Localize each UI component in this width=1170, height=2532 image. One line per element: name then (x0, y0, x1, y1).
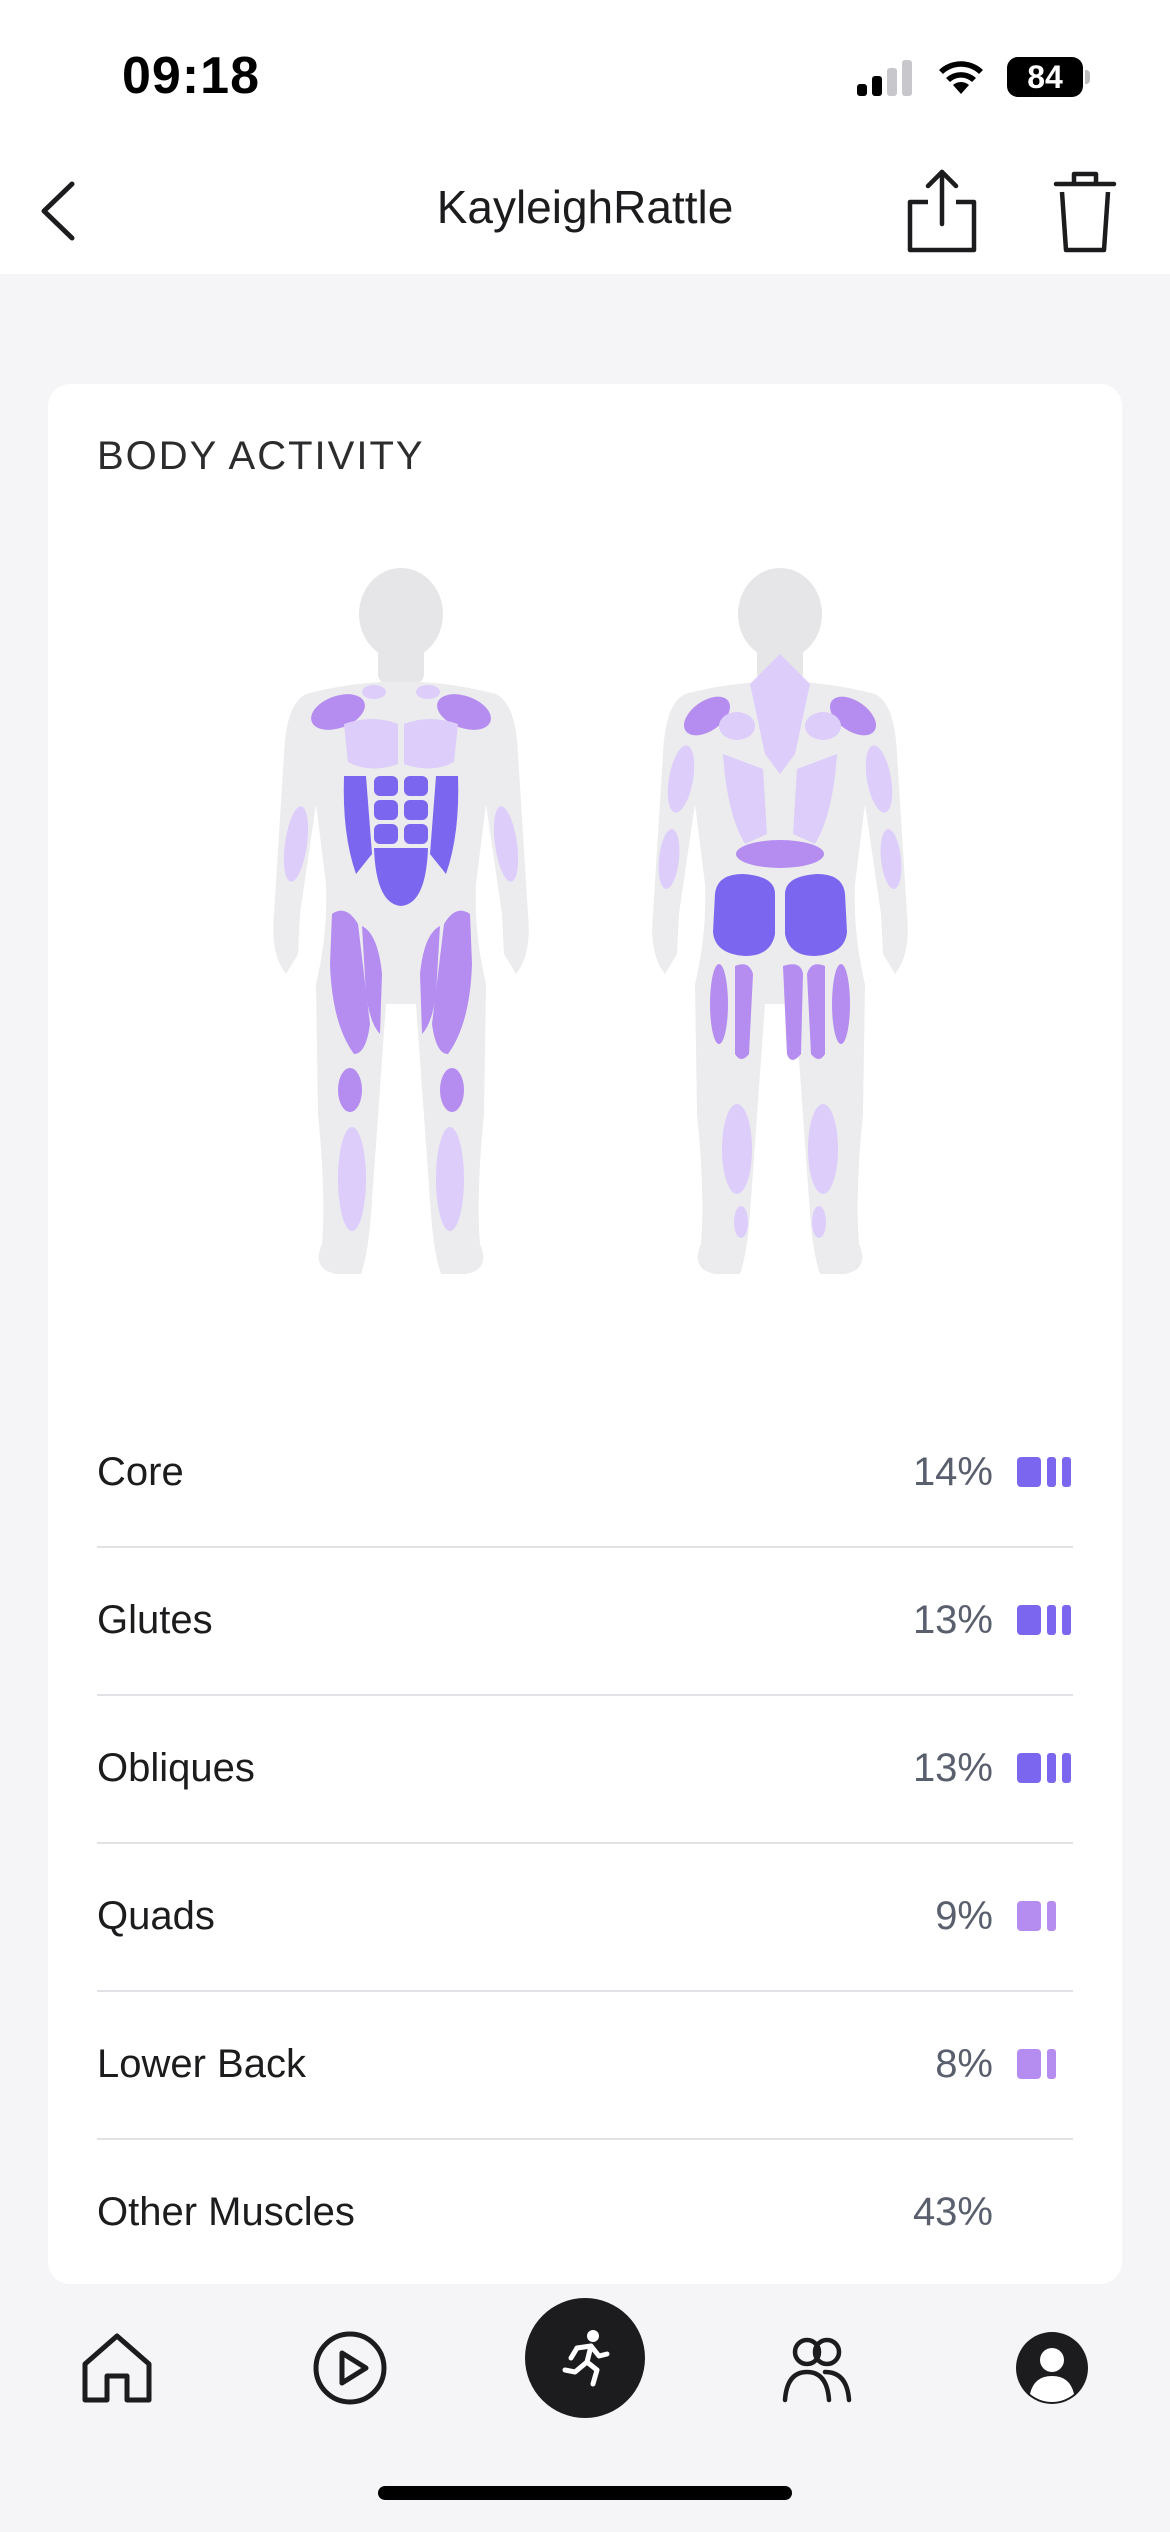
trash-icon[interactable] (1050, 166, 1120, 256)
muscle-percent: 14% (912, 1450, 993, 1494)
muscle-name: Glutes (97, 1598, 213, 1642)
muscle-percent: 13% (912, 1746, 993, 1790)
front-body-diagram (273, 568, 529, 1274)
play-icon (313, 2331, 387, 2405)
intensity-high-icon (1017, 1753, 1071, 1783)
profile-icon (1016, 2332, 1088, 2404)
muscle-percent: 8% (935, 2042, 993, 2086)
muscle-name: Other Muscles (97, 2190, 355, 2234)
intensity-medium-icon (1017, 2049, 1056, 2079)
muscle-row-glutes: Glutes 13% (97, 1548, 1073, 1696)
muscle-name: Lower Back (97, 2042, 306, 2086)
card-title: BODY ACTIVITY (97, 434, 425, 478)
muscle-row-lower-back: Lower Back 8% (97, 1992, 1073, 2140)
tab-home[interactable] (67, 2318, 167, 2418)
muscle-name: Quads (97, 1894, 215, 1938)
muscle-name: Obliques (97, 1746, 255, 1790)
body-map (48, 554, 1122, 1334)
status-bar: 09:18 84 (0, 0, 1170, 150)
muscle-percent: 43% (912, 2190, 993, 2234)
home-icon (82, 2333, 152, 2403)
tab-friends[interactable] (767, 2318, 867, 2418)
page-title: KayleighRattle (436, 181, 734, 233)
back-body-diagram (652, 568, 908, 1274)
cellular-signal-icon (857, 60, 912, 96)
wifi-icon (939, 61, 983, 94)
home-indicator (378, 2486, 792, 2500)
muscle-list: Core 14% Glutes 13% Obliques 13% Quads 9… (97, 1400, 1073, 2288)
tab-profile[interactable] (1002, 2318, 1102, 2418)
tab-workout[interactable] (525, 2298, 645, 2418)
friends-icon (782, 2337, 852, 2403)
tab-play[interactable] (300, 2318, 400, 2418)
share-icon[interactable] (900, 166, 984, 256)
muscle-percent: 9% (935, 1894, 993, 1938)
intensity-medium-icon (1017, 1901, 1056, 1931)
intensity-high-icon (1017, 1457, 1071, 1487)
battery-icon: 84 (1007, 57, 1090, 97)
workout-icon (562, 2330, 610, 2387)
intensity-high-icon (1017, 1605, 1071, 1635)
muscle-row-core: Core 14% (97, 1400, 1073, 1548)
muscle-row-quads: Quads 9% (97, 1844, 1073, 1992)
muscle-row-other: Other Muscles 43% (97, 2140, 1073, 2288)
muscle-percent: 13% (912, 1598, 993, 1642)
body-activity-card: BODY ACTIVITY Core 14% Glutes 13% Obliqu… (48, 384, 1122, 2284)
battery-level: 84 (1007, 57, 1083, 97)
muscle-name: Core (97, 1450, 184, 1494)
status-time: 09:18 (122, 47, 260, 105)
nav-header: KayleighRattle (0, 150, 1170, 274)
muscle-row-obliques: Obliques 13% (97, 1696, 1073, 1844)
